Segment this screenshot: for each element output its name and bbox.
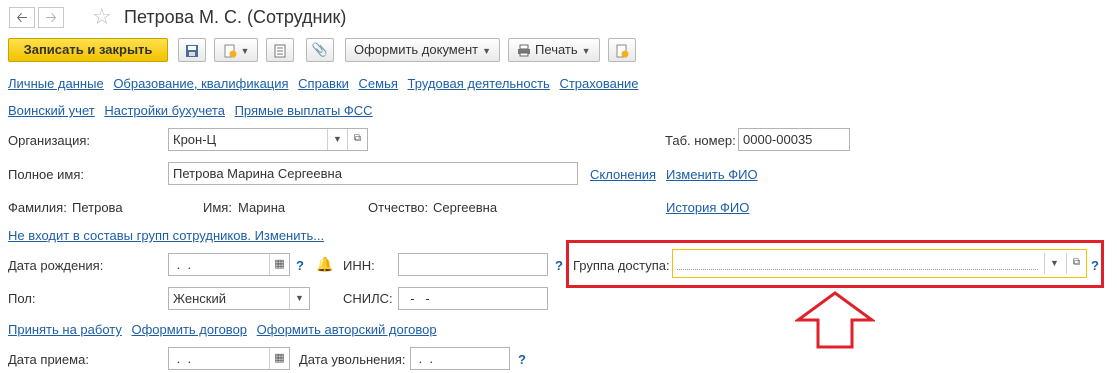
chevron-down-icon[interactable]: ▼ — [327, 129, 347, 150]
create-document-button[interactable]: Оформить документ ▼ — [345, 38, 500, 62]
paperclip-icon: 📎 — [311, 42, 329, 57]
printer-icon — [518, 44, 531, 57]
organization-label: Организация: — [8, 133, 91, 148]
list-button[interactable] — [266, 38, 294, 62]
chevron-down-icon[interactable]: ▼ — [1044, 253, 1064, 274]
gender-label: Пол: — [8, 291, 36, 306]
open-icon[interactable]: ⧉ — [1066, 253, 1086, 274]
nav-links-row1: Личные данные Образование, квалификация … — [8, 76, 639, 91]
chevron-down-icon[interactable]: ▼ — [289, 288, 309, 309]
tab-number-label: Таб. номер: — [665, 133, 736, 148]
save-and-close-button[interactable]: Записать и закрыть — [8, 38, 168, 62]
change-name-link[interactable]: Изменить ФИО — [666, 167, 758, 182]
surname-value: Петрова — [72, 200, 123, 215]
report-button[interactable] — [608, 38, 636, 62]
nav-link-work-history[interactable]: Трудовая деятельность — [408, 76, 550, 91]
first-name-label: Имя: — [203, 200, 232, 215]
chevron-down-icon: ▼ — [581, 45, 591, 56]
access-group-help-icon[interactable]: ? — [1091, 258, 1099, 273]
patronymic-label: Отчество: — [368, 200, 429, 215]
dismissal-date-input[interactable]: . . — [410, 347, 510, 370]
inn-help-icon[interactable]: ? — [555, 258, 563, 273]
gender-value: Женский — [173, 291, 226, 306]
star-icon[interactable]: ☆ — [92, 4, 112, 30]
chevron-down-icon: ▼ — [240, 45, 250, 56]
print-button[interactable]: Печать ▼ — [508, 38, 600, 62]
full-name-input[interactable]: Петрова Марина Сергеевна — [168, 162, 578, 185]
first-name-value: Марина — [238, 200, 286, 215]
nav-link-fss-payments[interactable]: Прямые выплаты ФСС — [235, 103, 373, 118]
birth-date-input[interactable]: . . ▦ — [168, 253, 290, 276]
bell-icon: 🔔 — [316, 256, 334, 272]
inn-input[interactable] — [398, 253, 548, 276]
chevron-down-icon: ▼ — [482, 45, 492, 56]
arrow-up-icon — [795, 291, 875, 349]
employee-groups-link[interactable]: Не входит в составы групп сотрудников. И… — [8, 228, 324, 243]
hire-links-row: Принять на работу Оформить договор Оформ… — [8, 322, 437, 337]
birth-date-label: Дата рождения: — [8, 258, 104, 273]
page-title: Петрова М. С. (Сотрудник) — [124, 7, 347, 27]
dismissal-date-label: Дата увольнения: — [299, 352, 406, 367]
hire-date-input[interactable]: . . ▦ — [168, 347, 290, 370]
print-label: Печать — [535, 42, 578, 57]
forward-button[interactable]: 🡢 — [38, 7, 64, 28]
dismissal-date-value: . . — [415, 351, 434, 366]
nav-links-row2: Воинский учет Настройки бухучета Прямые … — [8, 103, 373, 118]
nav-link-personal-data[interactable]: Личные данные — [8, 76, 104, 91]
open-icon[interactable]: ⧉ — [347, 129, 367, 150]
snils-label: СНИЛС: — [343, 291, 393, 306]
patronymic-value: Сергеевна — [433, 200, 498, 215]
document-clock-icon — [616, 44, 629, 58]
full-name-label: Полное имя: — [8, 167, 84, 182]
birth-date-help-icon[interactable]: ? — [296, 258, 304, 273]
nav-link-certificates[interactable]: Справки — [298, 76, 349, 91]
name-history-link[interactable]: История ФИО — [666, 200, 749, 215]
contract-link[interactable]: Оформить договор — [132, 322, 248, 337]
nav-link-family[interactable]: Семья — [359, 76, 398, 91]
create-document-label: Оформить документ — [353, 42, 479, 57]
author-contract-link[interactable]: Оформить авторский договор — [257, 322, 437, 337]
dismissal-date-help-icon[interactable]: ? — [518, 352, 526, 367]
snils-input[interactable]: - - — [398, 287, 548, 310]
calendar-icon[interactable]: ▦ — [269, 254, 289, 275]
floppy-disk-icon — [186, 44, 198, 57]
related-documents-button[interactable]: ▼ — [214, 38, 258, 62]
nav-link-education[interactable]: Образование, квалификация — [113, 76, 288, 91]
calendar-icon[interactable]: ▦ — [269, 348, 289, 369]
access-group-input-underline — [677, 269, 1038, 270]
organization-value: Крон-Ц — [173, 132, 217, 147]
nav-link-military[interactable]: Воинский учет — [8, 103, 95, 118]
attach-button[interactable]: 📎 — [306, 38, 334, 62]
access-group-select[interactable]: ▼ ⧉ — [672, 249, 1087, 278]
gender-select[interactable]: Женский ▼ — [168, 287, 310, 310]
arrow-right-icon: 🡢 — [45, 9, 57, 25]
nav-link-accounting-settings[interactable]: Настройки бухучета — [104, 103, 225, 118]
save-button[interactable] — [178, 38, 206, 62]
inn-label: ИНН: — [343, 258, 375, 273]
surname-label: Фамилия: — [8, 200, 67, 215]
list-icon — [274, 44, 286, 58]
document-clock-icon — [224, 44, 237, 58]
access-group-label: Группа доступа: — [573, 258, 670, 273]
declensions-link[interactable]: Склонения — [590, 167, 656, 182]
nav-link-insurance[interactable]: Страхование — [559, 76, 638, 91]
hire-date-label: Дата приема: — [8, 352, 89, 367]
tab-number-input[interactable]: 0000-00035 — [738, 128, 850, 151]
hire-date-value: . . — [173, 351, 192, 366]
hire-link[interactable]: Принять на работу — [8, 322, 122, 337]
back-button[interactable]: 🡠 — [9, 7, 35, 28]
organization-select[interactable]: Крон-Ц ▼ ⧉ — [168, 128, 368, 151]
snils-value: - - — [403, 291, 430, 306]
arrow-left-icon: 🡠 — [16, 9, 28, 25]
birth-date-value: . . — [173, 257, 192, 272]
